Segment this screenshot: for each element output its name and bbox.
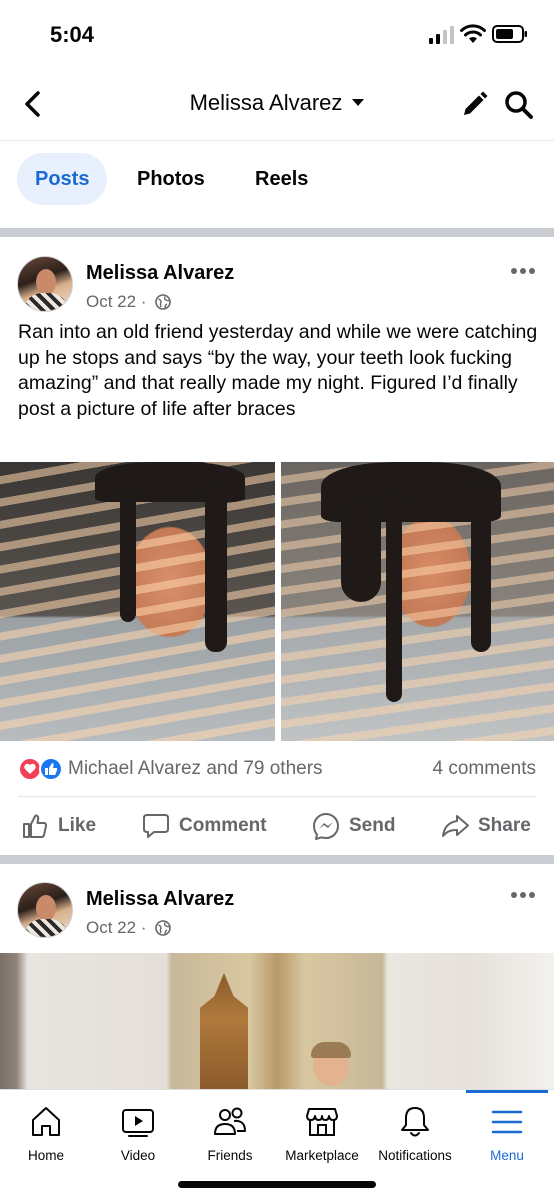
status-time: 5:04 [50,22,95,47]
share-arrow-icon [442,815,469,837]
avatar[interactable] [17,882,73,938]
comment-button[interactable]: Comment [141,806,267,846]
post-meta: Oct 22 · [86,292,172,312]
post-photo[interactable] [281,462,554,741]
globe-icon [155,293,172,310]
send-label: Send [349,815,396,836]
globe-icon [155,919,172,936]
more-options-icon[interactable] [510,890,536,900]
tab-notifications[interactable]: Notifications [369,1090,461,1176]
altar-shape [200,973,248,1089]
menu-icon [491,1110,523,1134]
tab-photos[interactable]: Photos [119,153,223,205]
tab-home-label: Home [27,1148,64,1163]
search-icon[interactable] [503,89,535,121]
tab-menu[interactable]: Menu [461,1090,553,1176]
profile-tabs: Posts Photos Reels [0,140,554,228]
post-photo[interactable] [0,953,554,1089]
share-label: Share [478,815,531,836]
reactions-summary[interactable]: Michael Alvarez and 79 others 4 comments [18,756,536,784]
marketplace-icon [306,1108,338,1136]
tab-menu-label: Menu [490,1148,524,1163]
tab-marketplace[interactable]: Marketplace [276,1090,368,1176]
like-button[interactable]: Like [20,806,96,846]
friends-icon [214,1107,246,1135]
post-actions: Like Comment Send Share [0,806,554,846]
section-divider [0,228,554,237]
meta-separator: · [140,918,147,937]
post-author[interactable]: Melissa Alvarez [86,262,234,285]
meta-separator: · [140,292,147,311]
wifi-icon [460,24,486,43]
nav-header: Melissa Alvarez [0,70,554,140]
tab-posts[interactable]: Posts [17,153,108,205]
cellular-signal-icon [429,26,454,44]
tab-friends-label: Friends [207,1148,253,1163]
section-divider [0,855,554,864]
reaction-icons [18,757,63,781]
share-button[interactable]: Share [440,806,531,846]
post-photo[interactable] [0,462,275,741]
home-icon [32,1107,60,1136]
pencil-icon[interactable] [458,89,490,121]
avatar[interactable] [17,256,73,312]
post-meta: Oct 22 · [86,918,172,938]
battery-icon [492,25,527,43]
comment-icon [143,814,169,838]
tab-video-label: Video [120,1148,156,1163]
tab-marketplace-label: Marketplace [285,1148,359,1163]
tab-home[interactable]: Home [0,1090,92,1176]
header-title-text: Melissa Alvarez [189,90,343,115]
like-label: Like [58,815,97,836]
status-bar: 5:04 [0,0,554,70]
home-indicator [178,1181,376,1188]
more-options-icon[interactable] [510,266,536,276]
messenger-icon [313,813,339,840]
post-date[interactable]: Oct 22 [86,292,136,311]
row-separator [18,796,536,797]
comment-label: Comment [179,815,267,836]
reactions-text[interactable]: Michael Alvarez and 79 others [68,758,323,780]
post-author[interactable]: Melissa Alvarez [86,888,234,911]
post-text: Ran into an old friend yesterday and whi… [18,321,538,421]
tab-friends[interactable]: Friends [184,1090,276,1176]
comments-count[interactable]: 4 comments [433,758,536,780]
tab-notifications-label: Notifications [378,1148,452,1163]
send-button[interactable]: Send [311,806,395,846]
bell-icon [401,1107,429,1137]
tab-video[interactable]: Video [92,1090,184,1176]
tab-reels[interactable]: Reels [237,153,326,205]
thumbs-up-icon [23,814,48,838]
photo-person-hair [311,1042,351,1058]
video-icon [122,1109,154,1137]
post-date[interactable]: Oct 22 [86,918,136,937]
chevron-down-icon [352,98,365,106]
